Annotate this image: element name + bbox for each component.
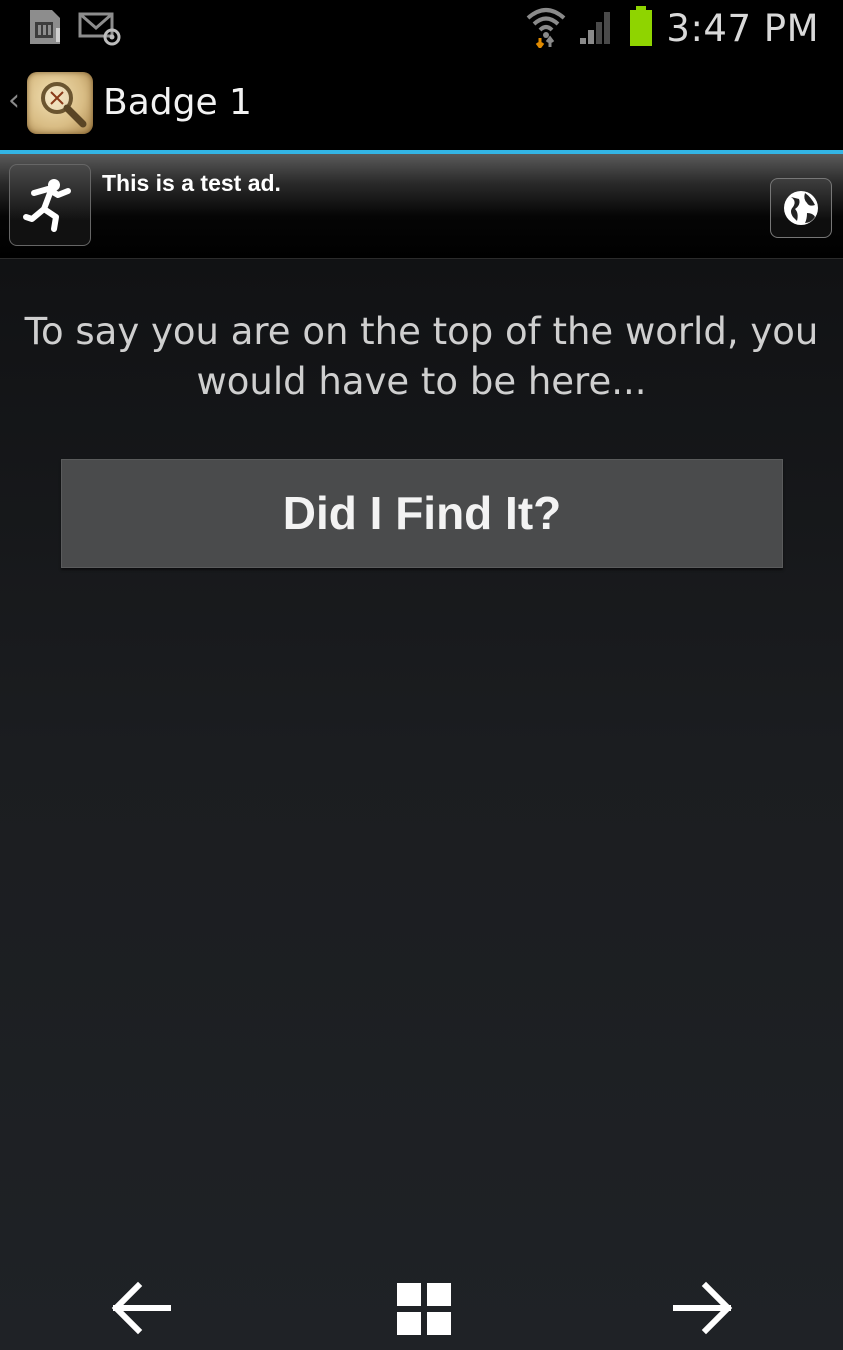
email-notification-icon	[78, 8, 122, 50]
signal-icon	[578, 6, 616, 50]
ad-text[interactable]: This is a test ad.	[102, 170, 281, 197]
running-man-icon[interactable]	[9, 164, 91, 246]
page-title: Badge 1	[103, 82, 252, 123]
status-bar: 3:47 PM	[0, 0, 843, 54]
up-chevron-icon[interactable]: ‹	[8, 84, 20, 118]
status-notifications	[26, 8, 122, 50]
battery-icon	[628, 4, 654, 52]
clue-text: To say you are on the top of the world, …	[24, 310, 819, 403]
grid-icon[interactable]	[395, 1281, 453, 1341]
did-i-find-it-button[interactable]: Did I Find It?	[61, 459, 783, 568]
status-time: 3:47 PM	[666, 6, 819, 50]
back-arrow-icon[interactable]	[108, 1280, 172, 1340]
forward-arrow-icon[interactable]	[672, 1280, 736, 1340]
status-system: 3:47 PM	[526, 4, 819, 52]
treasure-map-magnifier-icon[interactable]	[27, 72, 93, 134]
wifi-icon	[526, 4, 566, 52]
main-content: To say you are on the top of the world, …	[0, 259, 843, 1350]
sim-card-icon	[26, 8, 64, 50]
globe-icon[interactable]	[770, 178, 832, 238]
ad-banner[interactable]: This is a test ad.	[0, 154, 843, 259]
action-bar: ‹ Badge 1	[0, 54, 843, 154]
